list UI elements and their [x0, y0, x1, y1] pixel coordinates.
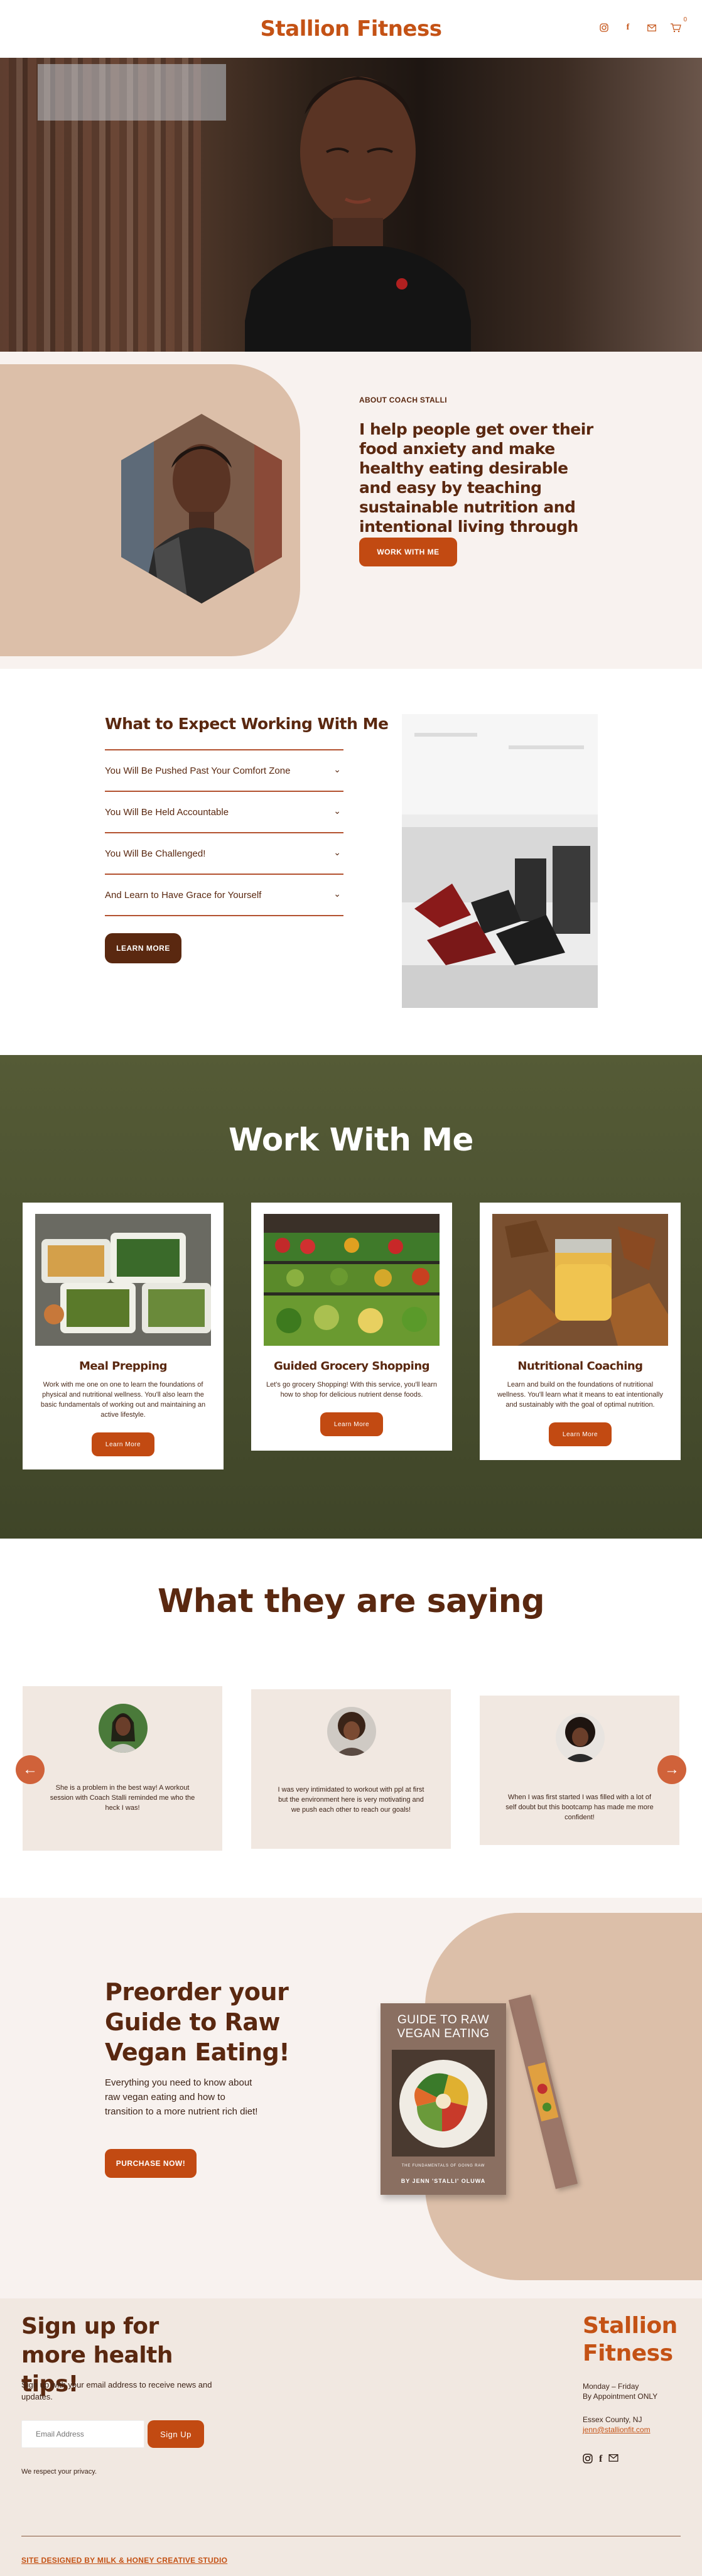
about-statement: I help people get over their food anxiet… [359, 420, 593, 555]
about-portrait [121, 414, 282, 603]
carousel-prev-button[interactable]: ← [16, 1755, 45, 1784]
book-food-image [392, 2050, 495, 2157]
hero-image [0, 58, 702, 352]
hero-background-screen [38, 64, 226, 121]
header-icons: f 0 [598, 16, 687, 34]
facebook-icon[interactable]: f [622, 21, 634, 34]
accordion-item-accountable[interactable]: You Will Be Held Accountable ⌄ [105, 791, 343, 832]
service-card-nutritional-coaching: Nutritional Coaching Learn and build on … [480, 1203, 681, 1460]
facebook-icon[interactable]: f [599, 2454, 602, 2467]
accordion-item-comfort-zone[interactable]: You Will Be Pushed Past Your Comfort Zon… [105, 749, 343, 791]
accordion-label: You Will Be Held Accountable [105, 807, 229, 818]
grocery-photo [264, 1214, 440, 1346]
work-with-me-button[interactable]: WORK WITH ME [359, 538, 457, 566]
accordion-label: You Will Be Challenged! [105, 848, 206, 859]
instagram-icon[interactable] [598, 21, 610, 34]
ebook-cover: GUIDE TO RAW VEGAN EATING THE FUNDAMENTA… [381, 2003, 506, 2195]
location: Essex County, NJ [583, 2415, 642, 2424]
signup-description: Sign up with your email address to recei… [21, 2380, 212, 2401]
avatar [327, 1707, 376, 1756]
footer-social-icons: f [583, 2454, 618, 2467]
site-logo[interactable]: Stallion Fitness [0, 16, 702, 41]
arrow-left-icon: ← [23, 1761, 38, 1778]
chevron-down-icon: ⌄ [333, 847, 341, 857]
book-author: BY JENN 'STALLI' OLUWA [401, 2178, 486, 2184]
accordion-divider [105, 915, 343, 916]
service-card-grocery-shopping: Guided Grocery Shopping Let's go grocery… [251, 1203, 452, 1451]
meal-prep-photo [35, 1214, 211, 1346]
arrow-right-icon: → [664, 1761, 679, 1778]
nutrition-photo [492, 1214, 668, 1346]
carousel-next-button[interactable]: → [657, 1755, 686, 1784]
footer-logo[interactable]: Stallion Fitness [583, 2312, 683, 2368]
avatar [556, 1713, 605, 1762]
designer-credit-link[interactable]: SITE DESIGNED BY MILK & HONEY CREATIVE S… [21, 2556, 227, 2565]
expect-title: What to Expect Working With Me [105, 715, 389, 733]
card-description: Learn and build on the foundations of nu… [497, 1381, 663, 1409]
page: Stallion Fitness f 0 ABOUT COACH STALLI … [0, 0, 702, 2576]
contact-email-link[interactable]: jenn@stallionfit.com [583, 2425, 651, 2435]
instagram-icon[interactable] [583, 2454, 593, 2467]
accordion-item-grace[interactable]: And Learn to Have Grace for Yourself ⌄ [105, 874, 343, 915]
service-card-meal-prepping: Meal Prepping Work with me one on one to… [23, 1203, 224, 1469]
chevron-down-icon: ⌄ [333, 806, 341, 816]
mail-icon[interactable] [645, 21, 658, 34]
learn-more-button[interactable]: Learn More [320, 1412, 383, 1436]
learn-more-button[interactable]: Learn More [549, 1422, 612, 1446]
book-title: GUIDE TO RAW VEGAN EATING [397, 2013, 490, 2040]
avatar [99, 1704, 148, 1753]
testimonial-card: She is a problem in the best way! A work… [23, 1686, 222, 1851]
card-title: Guided Grocery Shopping [273, 1360, 430, 1373]
testimonial-quote: When I was first started I was filled wi… [505, 1794, 654, 1821]
card-title: Meal Prepping [78, 1360, 168, 1373]
about-kicker: ABOUT COACH STALLI [359, 396, 447, 404]
learn-more-button[interactable]: Learn More [92, 1432, 154, 1456]
card-title: Nutritional Coaching [517, 1360, 643, 1373]
privacy-note: We respect your privacy. [21, 2468, 97, 2476]
preorder-description: Everything you need to know about raw ve… [105, 2077, 258, 2117]
chevron-down-icon: ⌄ [333, 764, 341, 774]
card-description: Let's go grocery Shopping! With this ser… [266, 1381, 437, 1399]
testimonials-title: What they are saying [157, 1583, 545, 1620]
preorder-title: Preorder your Guide to Raw Vegan Eating! [105, 1978, 290, 2066]
gym-photo [402, 714, 598, 1008]
hours-days: Monday – Friday [583, 2382, 639, 2391]
testimonial-card: I was very intimidated to workout with p… [251, 1689, 451, 1849]
work-title: Work With Me [229, 1122, 473, 1158]
learn-more-button[interactable]: LEARN MORE [105, 933, 181, 963]
accordion-label: And Learn to Have Grace for Yourself [105, 890, 262, 901]
card-description: Work with me one on one to learn the fou… [40, 1381, 206, 1419]
chevron-down-icon: ⌄ [333, 889, 341, 899]
accordion-item-challenged[interactable]: You Will Be Challenged! ⌄ [105, 832, 343, 874]
testimonial-quote: She is a problem in the best way! A work… [50, 1784, 195, 1812]
hours-note: By Appointment ONLY [583, 2392, 658, 2401]
sign-up-button[interactable]: Sign Up [148, 2420, 204, 2448]
cart-icon[interactable]: 0 [669, 16, 687, 34]
testimonial-quote: I was very intimidated to workout with p… [278, 1786, 424, 1814]
mail-icon[interactable] [608, 2454, 618, 2467]
purchase-now-button[interactable]: PURCHASE NOW! [105, 2149, 197, 2178]
book-subtitle: THE FUNDAMENTALS OF GOING RAW [401, 2164, 485, 2168]
accordion-label: You Will Be Pushed Past Your Comfort Zon… [105, 766, 291, 776]
email-field[interactable] [21, 2420, 144, 2448]
cart-count: 0 [683, 16, 687, 23]
site-header: Stallion Fitness f 0 [0, 0, 702, 58]
testimonial-card: When I was first started I was filled wi… [480, 1696, 679, 1845]
hero-portrait [245, 77, 471, 352]
